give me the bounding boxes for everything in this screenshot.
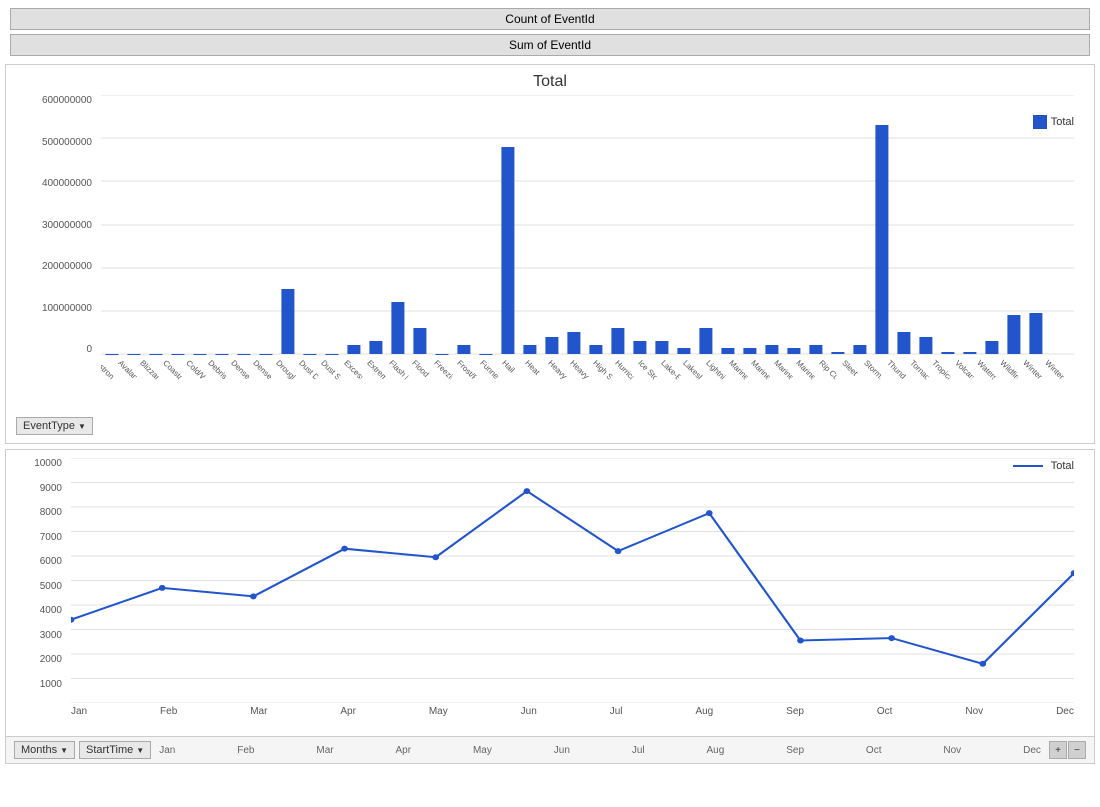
month-inline-label: May bbox=[473, 745, 492, 756]
scroll-controls: + − bbox=[1049, 741, 1086, 759]
line-y-5000: 5000 bbox=[11, 581, 62, 592]
bar-chart-title: Total bbox=[6, 65, 1094, 95]
line-x-label: Oct bbox=[877, 706, 893, 717]
bar-y-label-2: 200000000 bbox=[11, 261, 92, 272]
starttime-label: StartTime bbox=[86, 744, 133, 756]
line-x-label: Dec bbox=[1056, 706, 1074, 717]
bar-chart-svg bbox=[101, 95, 1074, 355]
line-y-4000: 4000 bbox=[11, 605, 62, 616]
month-inline-label: Dec bbox=[1023, 745, 1041, 756]
line-y-2000: 2000 bbox=[11, 654, 62, 665]
line-x-label: May bbox=[429, 706, 448, 717]
starttime-dropdown-btn[interactable]: StartTime ▼ bbox=[79, 741, 151, 759]
bar-y-label-4: 400000000 bbox=[11, 178, 92, 189]
month-inline-label: Feb bbox=[237, 745, 254, 756]
line-x-label: Mar bbox=[250, 706, 267, 717]
line-x-label: Apr bbox=[340, 706, 356, 717]
bar-x-axis-labels: Astronomical...AvalancheBlizzardCoastal … bbox=[101, 357, 1074, 437]
line-y-9000: 9000 bbox=[11, 483, 62, 494]
starttime-arrow-icon: ▼ bbox=[136, 746, 144, 755]
line-x-label: Jun bbox=[521, 706, 537, 717]
count-eventid-button[interactable]: Count of EventId bbox=[10, 8, 1090, 30]
scroll-minus-btn[interactable]: − bbox=[1068, 741, 1086, 759]
line-x-label: Sep bbox=[786, 706, 804, 717]
bar-y-axis: 600000000 500000000 400000000 300000000 … bbox=[11, 95, 96, 355]
bar-y-label-1: 100000000 bbox=[11, 303, 92, 314]
line-y-3000: 3000 bbox=[11, 630, 62, 641]
month-inline-label: Sep bbox=[786, 745, 804, 756]
month-inline-label: Jun bbox=[554, 745, 570, 756]
line-y-10000: 10000 bbox=[11, 458, 62, 469]
line-chart-svg bbox=[71, 458, 1074, 703]
bar-chart-section: Total Total 600000000 500000000 40000000… bbox=[5, 64, 1095, 444]
bar-chart-container: 600000000 500000000 400000000 300000000 … bbox=[11, 95, 1084, 385]
months-label: Months bbox=[21, 744, 57, 756]
line-x-label: Nov bbox=[965, 706, 983, 717]
event-type-dropdown: EventType ▼ bbox=[16, 417, 93, 435]
sum-eventid-button[interactable]: Sum of EventId bbox=[10, 34, 1090, 56]
month-inline-label: Mar bbox=[316, 745, 333, 756]
month-inline-label: Oct bbox=[866, 745, 882, 756]
bar-y-label-6: 600000000 bbox=[11, 95, 92, 106]
top-buttons-area: Count of EventId Sum of EventId bbox=[0, 0, 1100, 64]
months-dropdown-btn[interactable]: Months ▼ bbox=[14, 741, 75, 759]
line-x-label: Jul bbox=[610, 706, 623, 717]
month-inline-label: Jan bbox=[159, 745, 175, 756]
month-inline-label: Jul bbox=[632, 745, 645, 756]
month-inline-label: Aug bbox=[707, 745, 725, 756]
bar-y-label-3: 300000000 bbox=[11, 220, 92, 231]
line-y-1000: 1000 bbox=[11, 679, 62, 690]
dropdown-arrow-icon: ▼ bbox=[78, 422, 86, 431]
line-x-label: Feb bbox=[160, 706, 177, 717]
month-inline-label: Apr bbox=[396, 745, 412, 756]
line-y-axis: 10000 9000 8000 7000 6000 5000 4000 3000… bbox=[11, 458, 66, 703]
event-type-label: EventType bbox=[23, 420, 75, 432]
bar-y-label-0: 0 bbox=[11, 344, 92, 355]
bar-y-label-5: 500000000 bbox=[11, 137, 92, 148]
line-y-6000: 6000 bbox=[11, 556, 62, 567]
event-type-dropdown-btn[interactable]: EventType ▼ bbox=[16, 417, 93, 435]
month-inline-label: Nov bbox=[943, 745, 961, 756]
bottom-controls-bar: Months ▼ StartTime ▼ JanFebMarAprMayJunJ… bbox=[6, 736, 1094, 763]
line-y-8000: 8000 bbox=[11, 507, 62, 518]
line-x-label: Aug bbox=[695, 706, 713, 717]
months-arrow-icon: ▼ bbox=[60, 746, 68, 755]
line-y-7000: 7000 bbox=[11, 532, 62, 543]
line-x-axis-labels: Jan Feb Mar Apr May Jun Jul Aug Sep Oct Nov Dec bbox=[71, 706, 1074, 717]
line-x-label: Jan bbox=[71, 706, 87, 717]
scroll-plus-btn[interactable]: + bbox=[1049, 741, 1067, 759]
month-axis-labels-inline: Jan Feb Mar Apr May Jun Jul Aug Sep Oct Nov Dec bbox=[155, 745, 1045, 756]
line-chart-container: 10000 9000 8000 7000 6000 5000 4000 3000… bbox=[11, 458, 1084, 718]
line-chart-section: Total 10000 9000 8000 7000 6000 5000 400… bbox=[5, 449, 1095, 764]
